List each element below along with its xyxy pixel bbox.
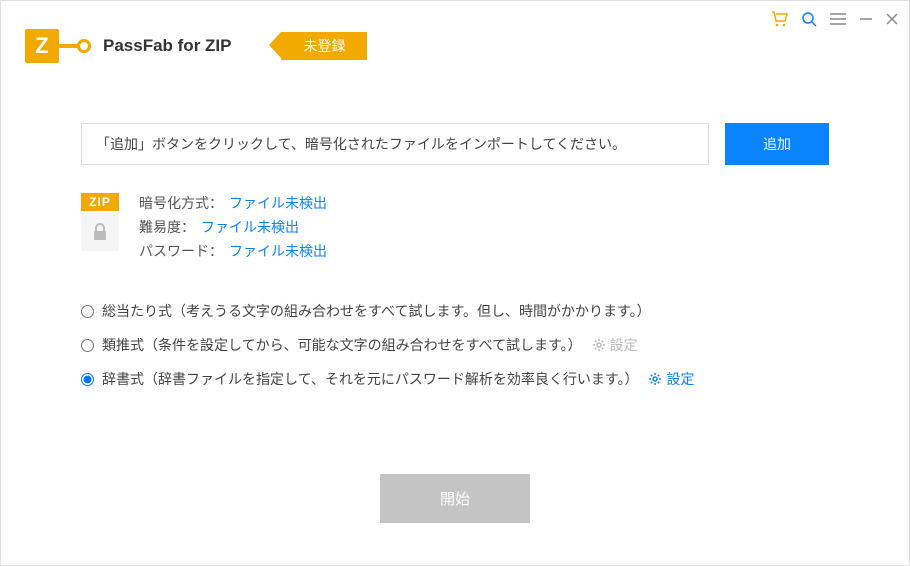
product-name: PassFab for ZIP <box>103 36 231 56</box>
method-brute-force-label: 総当たり式（考えうる文字の組み合わせをすべて試します。但し、時間がかかります。） <box>102 301 651 321</box>
start-button[interactable]: 開始 <box>380 474 530 523</box>
password-label: パスワード： <box>139 241 223 261</box>
key-ring-icon <box>77 39 91 53</box>
encryption-value: ファイル未検出 <box>229 193 327 213</box>
window-controls <box>771 11 899 32</box>
minimize-icon[interactable] <box>859 12 873 31</box>
radio-mask[interactable] <box>81 339 94 352</box>
menu-icon[interactable] <box>829 12 847 31</box>
key-stem-icon <box>59 44 79 48</box>
method-dictionary-label: 辞書式（辞書ファイルを指定して、それを元にパスワード解析を効率良く行います。） <box>102 369 638 389</box>
main-content: 「追加」ボタンをクリックして、暗号化されたファイルをインポートしてください。 追… <box>1 63 909 523</box>
method-dictionary[interactable]: 辞書式（辞書ファイルを指定して、それを元にパスワード解析を効率良く行います。） … <box>81 369 829 389</box>
mask-settings-link: 設定 <box>592 335 638 355</box>
add-button[interactable]: 追加 <box>725 123 829 165</box>
import-field[interactable]: 「追加」ボタンをクリックして、暗号化されたファイルをインポートしてください。 <box>81 123 709 165</box>
cart-icon[interactable] <box>771 11 789 32</box>
file-info: ZIP 暗号化方式： ファイル未検出 難易度： ファイル未検出 パスワード： ファイル… <box>81 193 829 261</box>
password-value: ファイル未検出 <box>229 241 327 261</box>
radio-dictionary[interactable] <box>81 373 94 386</box>
method-brute-force[interactable]: 総当たり式（考えうる文字の組み合わせをすべて試します。但し、時間がかかります。） <box>81 301 829 321</box>
gear-icon <box>592 338 606 352</box>
import-row: 「追加」ボタンをクリックして、暗号化されたファイルをインポートしてください。 追… <box>81 123 829 165</box>
zip-tag: ZIP <box>81 193 119 211</box>
file-icon-column: ZIP <box>81 193 119 261</box>
attack-methods: 総当たり式（考えうる文字の組み合わせをすべて試します。但し、時間がかかります。）… <box>81 301 829 389</box>
logo-icon: Z <box>25 29 59 63</box>
lock-icon <box>81 213 119 251</box>
difficulty-value: ファイル未検出 <box>201 217 299 237</box>
close-icon[interactable] <box>885 12 899 31</box>
difficulty-label: 難易度： <box>139 217 195 237</box>
encryption-label: 暗号化方式： <box>139 193 223 213</box>
registration-badge[interactable]: 未登録 <box>281 32 367 60</box>
gear-icon <box>648 372 662 386</box>
radio-brute-force[interactable] <box>81 305 94 318</box>
dictionary-settings-link[interactable]: 設定 <box>648 369 694 389</box>
search-icon[interactable] <box>801 11 817 32</box>
method-mask-label: 類推式（条件を設定してから、可能な文字の組み合わせをすべて試します。） <box>102 335 582 355</box>
method-mask[interactable]: 類推式（条件を設定してから、可能な文字の組み合わせをすべて試します。） 設定 <box>81 335 829 355</box>
file-info-lines: 暗号化方式： ファイル未検出 難易度： ファイル未検出 パスワード： ファイル未検出 <box>139 193 327 261</box>
